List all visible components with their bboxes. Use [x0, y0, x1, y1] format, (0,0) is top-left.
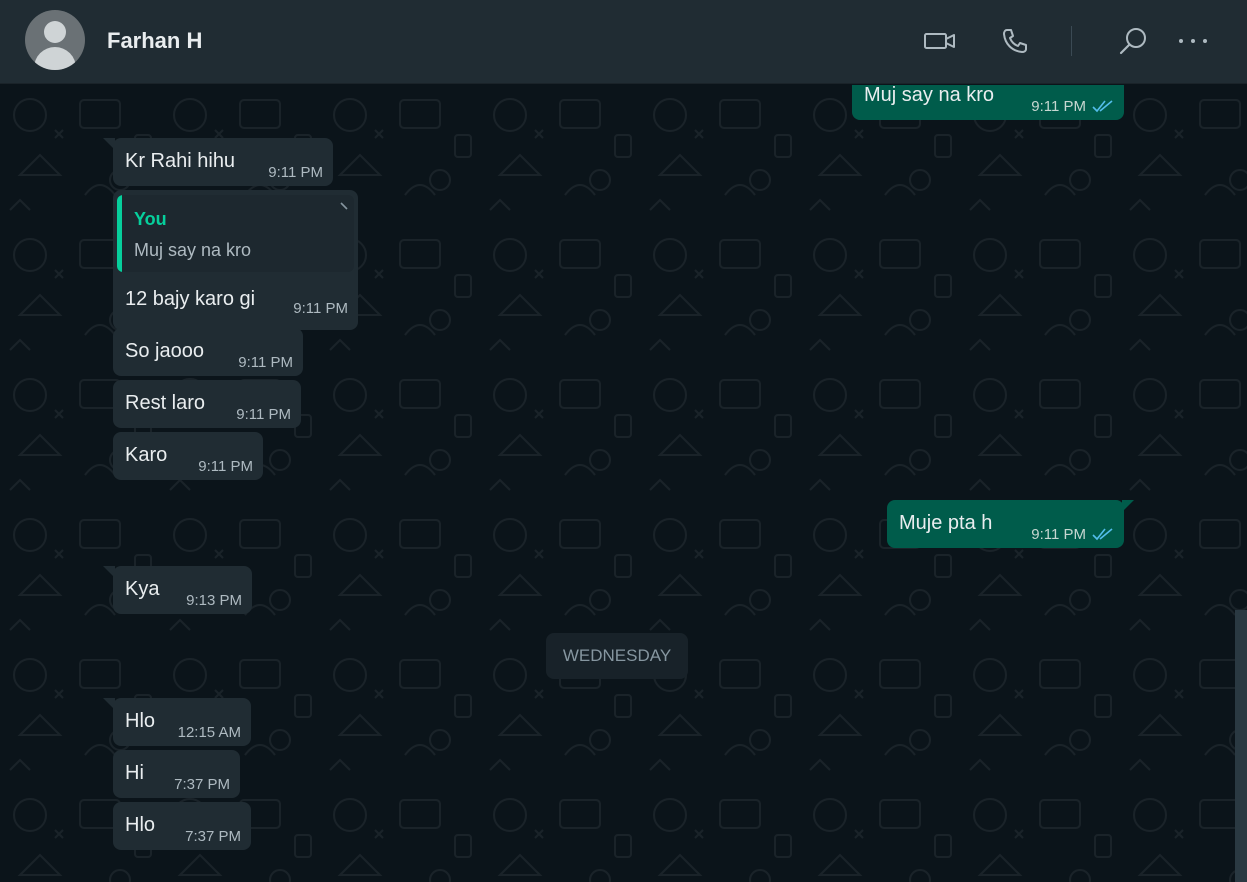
voice-call-icon[interactable] — [998, 24, 1032, 58]
message-time: 9:11 PM — [293, 300, 348, 317]
avatar[interactable] — [25, 10, 85, 70]
quote-accent-bar — [117, 195, 122, 272]
incoming-message[interactable]: So jaooo 9:11 PM — [113, 328, 303, 376]
message-text: Kr Rahi hihu — [125, 150, 236, 172]
message-list[interactable]: Muj say na kro 9:11 PM Kr Rahi hihu 9:11… — [0, 85, 1247, 882]
incoming-message[interactable]: Kr Rahi hihu 9:11 PM — [103, 138, 333, 186]
bubble-tail — [1122, 500, 1134, 512]
header-divider — [1071, 26, 1072, 56]
contact-name[interactable]: Farhan H — [107, 28, 202, 54]
incoming-message[interactable]: Hlo 7:37 PM — [113, 802, 251, 850]
message-text: Rest laro — [125, 392, 206, 414]
message-text: Karo — [125, 444, 168, 466]
message-text: Hlo — [125, 710, 156, 732]
avatar-head-shape — [44, 21, 66, 43]
read-receipt-icon — [1092, 528, 1113, 541]
quote-author: You — [134, 209, 167, 229]
outgoing-message[interactable]: Muj say na kro 9:11 PM — [852, 85, 1124, 120]
message-text: So jaooo — [125, 340, 204, 362]
bubble-tail — [103, 698, 115, 710]
incoming-message[interactable]: Hi 7:37 PM — [113, 750, 240, 798]
message-text: Muje pta h — [899, 512, 993, 534]
chat-header: Farhan H — [0, 0, 1247, 84]
message-text: Hi — [125, 762, 144, 784]
avatar-body-shape — [34, 47, 76, 70]
quoted-message[interactable]: You Muj say na kro — [117, 195, 354, 272]
quote-text: Muj say na kro — [134, 240, 252, 260]
incoming-message[interactable]: Rest laro 9:11 PM — [113, 380, 301, 428]
read-receipt-icon — [1092, 100, 1113, 113]
message-time: 9:13 PM — [186, 592, 242, 609]
message-time: 7:37 PM — [185, 828, 241, 845]
message-time: 7:37 PM — [174, 776, 230, 793]
message-text: Hlo — [125, 814, 156, 836]
message-time: 9:11 PM — [268, 164, 323, 181]
bubble-tail — [103, 566, 115, 578]
outgoing-message[interactable]: Muje pta h 9:11 PM — [887, 500, 1134, 548]
bubble-tail — [103, 138, 115, 150]
incoming-reply-message[interactable]: You Muj say na kro 12 bajy karo gi 9:11 … — [113, 190, 358, 330]
incoming-message[interactable]: Hlo 12:15 AM — [103, 698, 251, 746]
chevron-down-icon[interactable] — [339, 201, 349, 211]
message-time: 9:11 PM — [238, 354, 293, 371]
search-icon[interactable] — [1116, 24, 1150, 58]
incoming-message[interactable]: Kya 9:13 PM — [103, 566, 252, 614]
message-time: 9:11 PM — [198, 458, 253, 475]
message-text: 12 bajy karo gi — [125, 288, 256, 310]
message-text: Kya — [125, 578, 160, 600]
message-time: 9:11 PM — [1031, 98, 1086, 115]
more-options-icon[interactable] — [1176, 24, 1210, 58]
scrollbar[interactable] — [1235, 610, 1247, 882]
message-time: 9:11 PM — [1031, 526, 1086, 543]
incoming-message[interactable]: Karo 9:11 PM — [113, 432, 263, 480]
message-text: Muj say na kro — [864, 85, 995, 106]
message-time: 9:11 PM — [236, 406, 291, 423]
message-time: 12:15 AM — [177, 724, 241, 741]
video-call-icon[interactable] — [923, 24, 957, 58]
date-separator: WEDNESDAY — [546, 633, 688, 679]
